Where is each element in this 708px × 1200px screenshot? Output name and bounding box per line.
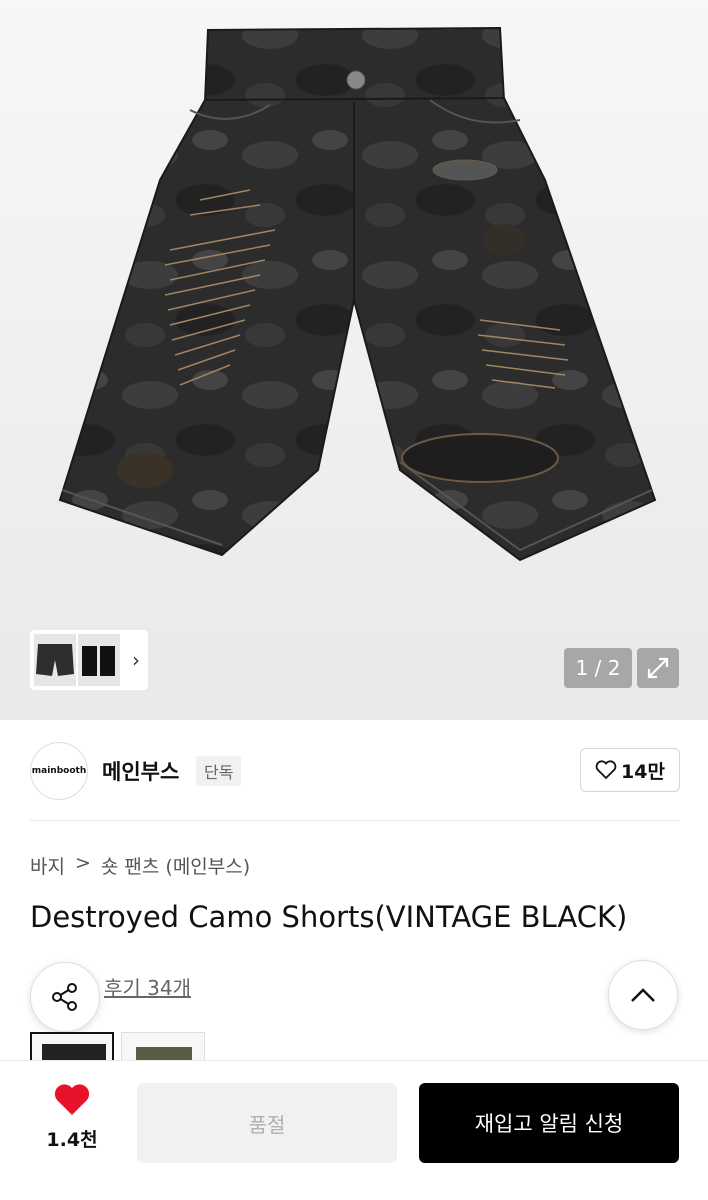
chevron-up-icon (631, 988, 655, 1002)
variant-option[interactable] (121, 1032, 205, 1062)
breadcrumb-category[interactable]: 바지 (30, 852, 65, 879)
restock-alert-button[interactable]: 재입고 알림 신청 (419, 1083, 679, 1163)
image-counter: 1 / 2 (564, 648, 632, 688)
exclusive-badge: 단독 (196, 756, 242, 786)
product-image-gallery[interactable]: › 1 / 2 (0, 0, 708, 720)
heart-outline-icon (595, 760, 617, 780)
variant-image-black (42, 1044, 106, 1060)
share-button[interactable] (30, 962, 100, 1032)
brand-logo[interactable]: mainbooth (30, 742, 88, 800)
share-icon (52, 983, 77, 1011)
soldout-button: 품절 (137, 1083, 397, 1163)
thumbnail-back-image (82, 646, 115, 676)
wishlist-button[interactable]: 1.4천 (40, 1083, 104, 1152)
thumbnail-2[interactable] (78, 634, 120, 686)
variant-image-olive (136, 1047, 192, 1061)
scroll-top-button[interactable] (608, 960, 678, 1030)
product-image (58, 26, 657, 562)
breadcrumb: 바지 > 숏 팬츠 (메인부스) (30, 852, 250, 879)
heart-filled-icon (54, 1084, 90, 1115)
breadcrumb-subcategory[interactable]: 숏 팬츠 (메인부스) (101, 852, 250, 879)
thumbnail-strip[interactable]: › (30, 630, 148, 690)
expand-icon[interactable] (637, 648, 679, 688)
thumbnail-front-image (36, 644, 74, 676)
wishlist-count: 1.4천 (46, 1129, 98, 1151)
breadcrumb-separator: > (74, 852, 91, 874)
bottom-action-bar: 1.4천 품절 재입고 알림 신청 (0, 1060, 708, 1200)
variant-option-selected[interactable] (30, 1032, 114, 1062)
brand-like-button[interactable]: 14만 (580, 748, 680, 792)
brand-row: mainbooth 메인부스 단독 14만 (30, 742, 680, 800)
brand-like-count: 14만 (621, 760, 665, 783)
chevron-right-icon[interactable]: › (132, 648, 140, 672)
thumbnail-1[interactable] (34, 634, 76, 686)
divider (30, 820, 680, 821)
review-link[interactable]: 후기 34개 (104, 972, 191, 1001)
product-title: Destroyed Camo Shorts(VINTAGE BLACK) (30, 900, 628, 934)
brand-name[interactable]: 메인부스 (102, 756, 179, 786)
